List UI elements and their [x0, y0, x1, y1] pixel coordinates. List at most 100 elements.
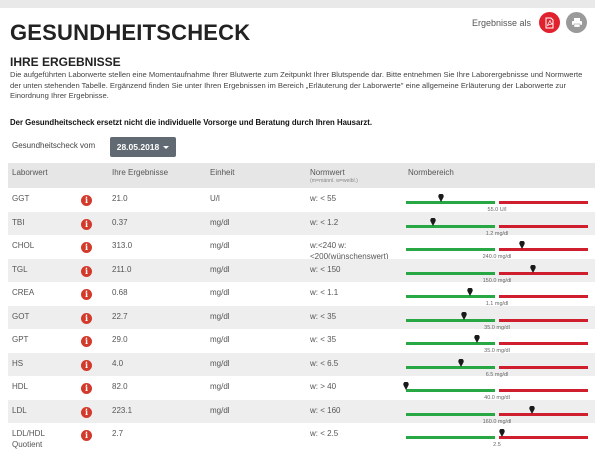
export-label: Ergebnisse als	[471, 17, 531, 28]
lab-normwert: w: < 160	[310, 405, 341, 415]
info-icon[interactable]: i	[81, 265, 92, 277]
lab-normwert: w: < 1.2	[310, 217, 339, 227]
lab-result: 22.7	[112, 311, 128, 321]
lab-result: 21.0	[112, 194, 128, 203]
pdf-icon	[545, 17, 554, 28]
lab-result: 223.1	[112, 405, 133, 415]
pin-marker-icon	[519, 241, 525, 249]
table-row: HS i 4.0 mg/dl w: < 6.5 6.5 mg/dl	[8, 352, 595, 378]
range-bar: 1.1 mg/dl	[406, 288, 588, 307]
info-icon[interactable]: i	[81, 430, 92, 441]
lab-result: 211.0	[112, 264, 132, 274]
range-abnormal-segment	[499, 318, 588, 322]
lab-unit: mg/dl	[210, 217, 230, 227]
range-abnormal-segment	[499, 248, 588, 251]
results-heading: IHRE ERGEBNISSE	[10, 55, 121, 69]
lab-name: LDL	[12, 405, 27, 415]
range-abnormal-segment	[499, 342, 588, 345]
table-header: Laborwert Ihre Ergebnisse Einheit Normwe…	[8, 163, 595, 188]
lab-unit: mg/dl	[210, 358, 230, 368]
table-row: LDL i 223.1 mg/dl w: < 160 160.0 mg/dl	[8, 399, 595, 425]
lab-unit: mg/dl	[210, 311, 230, 321]
range-limit-label: 2.5	[493, 442, 501, 448]
info-icon[interactable]: i	[81, 195, 92, 206]
pdf-export-button[interactable]	[539, 12, 560, 33]
range-normal-segment	[406, 295, 495, 298]
range-abnormal-segment	[499, 389, 588, 392]
info-icon[interactable]: i	[81, 336, 92, 347]
range-normal-segment	[406, 436, 495, 439]
pin-marker-icon	[467, 288, 473, 296]
range-bar: 150.0 mg/dl	[406, 264, 588, 284]
range-abnormal-segment	[499, 224, 588, 228]
lab-normwert: w: < 55	[310, 194, 337, 203]
table-row: HDL i 82.0 mg/dl w: > 40 40.0 mg/dl	[8, 376, 595, 401]
info-icon[interactable]: i	[81, 383, 92, 394]
lab-result: 0.68	[112, 288, 128, 297]
table-row: TBI i 0.37 mg/dl w: < 1.2 1.2 mg/dl	[8, 211, 595, 237]
lab-name: CREA	[12, 288, 35, 297]
date-dropdown[interactable]: 28.05.2018	[110, 137, 176, 157]
range-abnormal-segment	[499, 365, 588, 369]
lab-name: GPT	[12, 335, 29, 344]
results-description: Die aufgeführten Laborwerte stellen eine…	[10, 70, 583, 101]
lab-normwert: w: < 2.5	[310, 429, 339, 438]
range-bar: 40.0 mg/dl	[403, 382, 588, 401]
range-bar: 35.0 mg/dl	[406, 311, 588, 331]
range-bar: 35.0 mg/dl	[406, 335, 588, 354]
lab-name: CHOL	[12, 241, 35, 250]
header-einheit: Einheit	[210, 168, 235, 177]
range-abnormal-segment	[499, 201, 588, 204]
lab-name: GGT	[12, 194, 30, 203]
info-icon[interactable]: i	[81, 406, 92, 418]
page-title: GESUNDHEITSCHECK	[10, 20, 251, 45]
lab-normwert: w: < 1.1	[310, 288, 339, 297]
range-normal-segment	[406, 271, 495, 275]
pin-marker-icon	[461, 311, 467, 320]
info-icon[interactable]: i	[81, 289, 92, 300]
range-normal-segment	[406, 201, 495, 204]
lab-unit: mg/dl	[210, 288, 230, 297]
lab-unit: U/l	[210, 194, 220, 203]
lab-result: 4.0	[112, 358, 124, 368]
range-normal-segment	[406, 342, 495, 345]
pin-marker-icon	[458, 358, 464, 367]
table-row: GPT i 29.0 mg/dl w: < 35 35.0 mg/dl	[8, 329, 595, 354]
date-filter-label: Gesundheitscheck vom	[12, 141, 96, 150]
lab-result: 29.0	[112, 335, 128, 344]
range-bar: 160.0 mg/dl	[406, 405, 588, 425]
table-row: TGL i 211.0 mg/dl w: < 150 150.0 mg/dl	[8, 258, 595, 284]
info-icon[interactable]: i	[81, 312, 92, 324]
top-bar	[0, 0, 595, 8]
lab-name: TBI	[12, 217, 25, 227]
range-normal-segment	[406, 389, 495, 392]
lab-unit: mg/dl	[210, 264, 230, 274]
table-row: CHOL i 313.0 mg/dl w:<240 w: <200(wünschensw…	[8, 235, 595, 261]
print-button[interactable]	[566, 12, 587, 33]
pin-marker-icon	[403, 382, 409, 390]
info-icon[interactable]: i	[81, 359, 92, 371]
table-row: LDL/HDL Quotient i 2.7 w: < 2.5 2.5	[8, 423, 595, 455]
info-icon[interactable]: i	[81, 218, 92, 230]
lab-unit: mg/dl	[210, 405, 230, 415]
pin-marker-icon	[530, 264, 536, 273]
range-normal-segment	[406, 412, 495, 416]
header-ergebnis: Ihre Ergebnisse	[112, 168, 169, 177]
pin-marker-icon	[474, 335, 480, 343]
pin-marker-icon	[529, 405, 535, 414]
range-bar: 240.0 mg/dl	[406, 241, 588, 260]
table-row: CREA i 0.68 mg/dl w: < 1.1 1.1 mg/dl	[8, 282, 595, 307]
export-options: Ergebnisse als	[472, 12, 587, 33]
caret-down-icon	[163, 145, 170, 149]
printer-icon	[571, 18, 582, 28]
pin-marker-icon	[430, 217, 436, 226]
range-abnormal-segment	[499, 412, 588, 416]
lab-normwert: w: > 40	[310, 382, 337, 391]
header-normbereich: Normbereich	[408, 168, 454, 177]
header-normwert-hint: (m=männl. w=weibl.)	[310, 178, 358, 184]
pin-marker-icon	[499, 429, 505, 437]
disclaimer-note: Der Gesundheitscheck ersetzt nicht die i…	[10, 118, 373, 127]
info-icon[interactable]: i	[81, 242, 92, 253]
table-row: GGT i 21.0 U/l w: < 55 55.0 U/l	[8, 188, 595, 213]
range-bar: 2.5	[406, 429, 588, 448]
